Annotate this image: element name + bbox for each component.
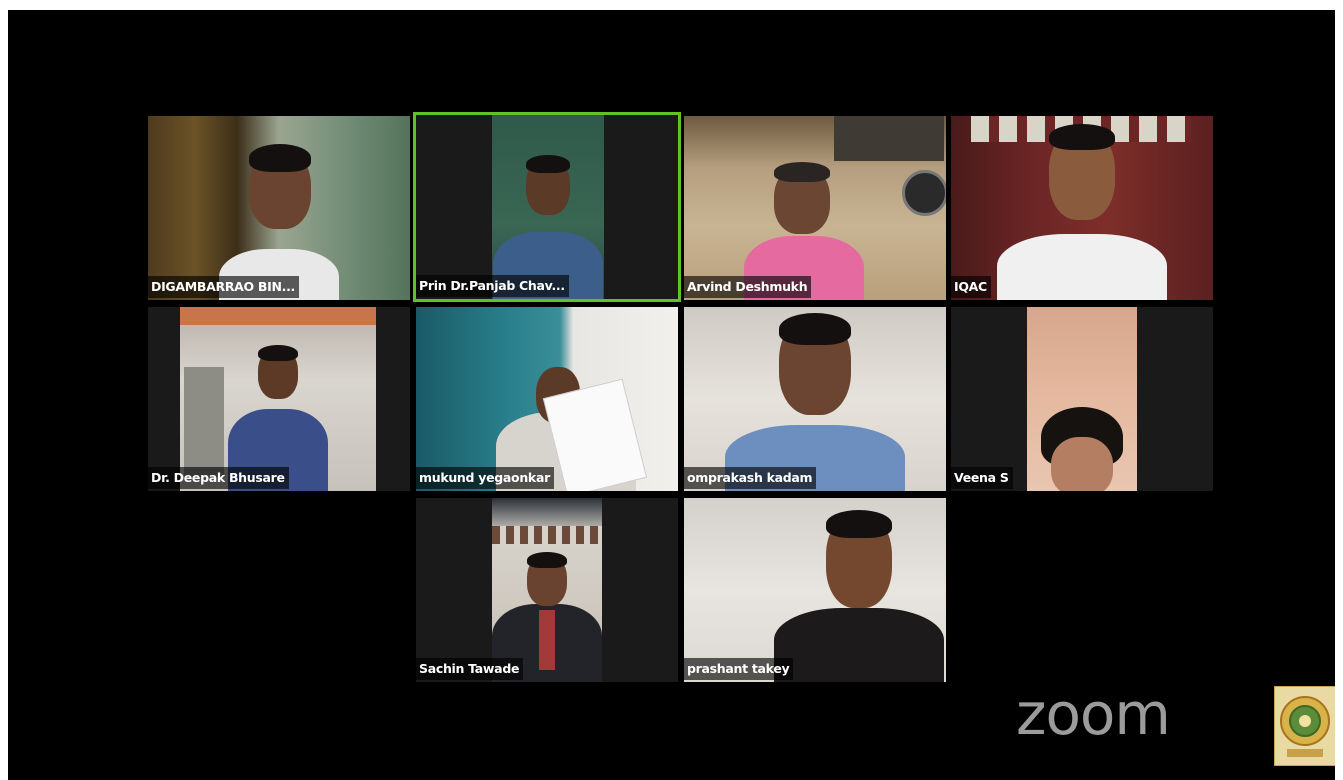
video-feed bbox=[492, 115, 604, 299]
participant-name-label: Arvind Deshmukh bbox=[684, 276, 812, 298]
cupboard bbox=[184, 367, 224, 477]
participant-tile-sachin[interactable]: Sachin Tawade bbox=[416, 498, 678, 682]
participant-figure bbox=[725, 313, 905, 491]
wall-clock bbox=[902, 170, 946, 216]
video-feed bbox=[1027, 307, 1137, 491]
video-feed bbox=[416, 307, 678, 491]
video-feed bbox=[951, 116, 1213, 300]
tie bbox=[539, 610, 555, 670]
participant-tile-mukund[interactable]: mukund yegaonkar bbox=[416, 307, 678, 491]
wall-shelf bbox=[834, 116, 944, 161]
participant-tile-iqac[interactable]: IQAC bbox=[951, 116, 1213, 300]
video-feed bbox=[492, 498, 602, 682]
participant-name-label: prashant takey bbox=[684, 658, 794, 680]
video-feed bbox=[684, 307, 946, 491]
participant-name-label: DIGAMBARRAO BIN... bbox=[148, 276, 299, 298]
participant-figure bbox=[997, 124, 1167, 300]
participant-name-label: Prin Dr.Panjab Chav... bbox=[416, 275, 569, 297]
participant-figure bbox=[1037, 407, 1127, 491]
participant-figure bbox=[774, 510, 944, 682]
participant-tile-panjab-active-speaker[interactable]: Prin Dr.Panjab Chav... bbox=[413, 112, 681, 302]
zoom-brand-logo: zoom bbox=[1016, 680, 1171, 748]
participant-tile-deepak[interactable]: Dr. Deepak Bhusare bbox=[148, 307, 410, 491]
participant-name-label: Dr. Deepak Bhusare bbox=[148, 467, 289, 489]
participant-name-label: omprakash kadam bbox=[684, 467, 817, 489]
participant-tile-digambarrao[interactable]: DIGAMBARRAO BIN... bbox=[148, 116, 410, 300]
participant-tile-prashant[interactable]: prashant takey bbox=[684, 498, 946, 682]
ceiling-light-panel bbox=[180, 307, 376, 325]
participant-tile-arvind[interactable]: Arvind Deshmukh bbox=[684, 116, 946, 300]
video-feed bbox=[148, 116, 410, 300]
participant-name-label: IQAC bbox=[951, 276, 991, 298]
participant-tile-veena[interactable]: Veena S bbox=[951, 307, 1213, 491]
participant-name-label: mukund yegaonkar bbox=[416, 467, 554, 489]
video-feed bbox=[684, 116, 946, 300]
participant-name-label: Veena S bbox=[951, 467, 1013, 489]
participant-tile-omprakash[interactable]: omprakash kadam bbox=[684, 307, 946, 491]
meeting-gallery-view: DIGAMBARRAO BIN... Prin Dr.Panjab Chav..… bbox=[8, 10, 1335, 780]
institution-seal-icon bbox=[1274, 686, 1335, 766]
wall-pattern bbox=[492, 526, 602, 544]
participant-name-label: Sachin Tawade bbox=[416, 658, 524, 680]
video-feed bbox=[180, 307, 376, 491]
video-feed bbox=[684, 498, 946, 682]
